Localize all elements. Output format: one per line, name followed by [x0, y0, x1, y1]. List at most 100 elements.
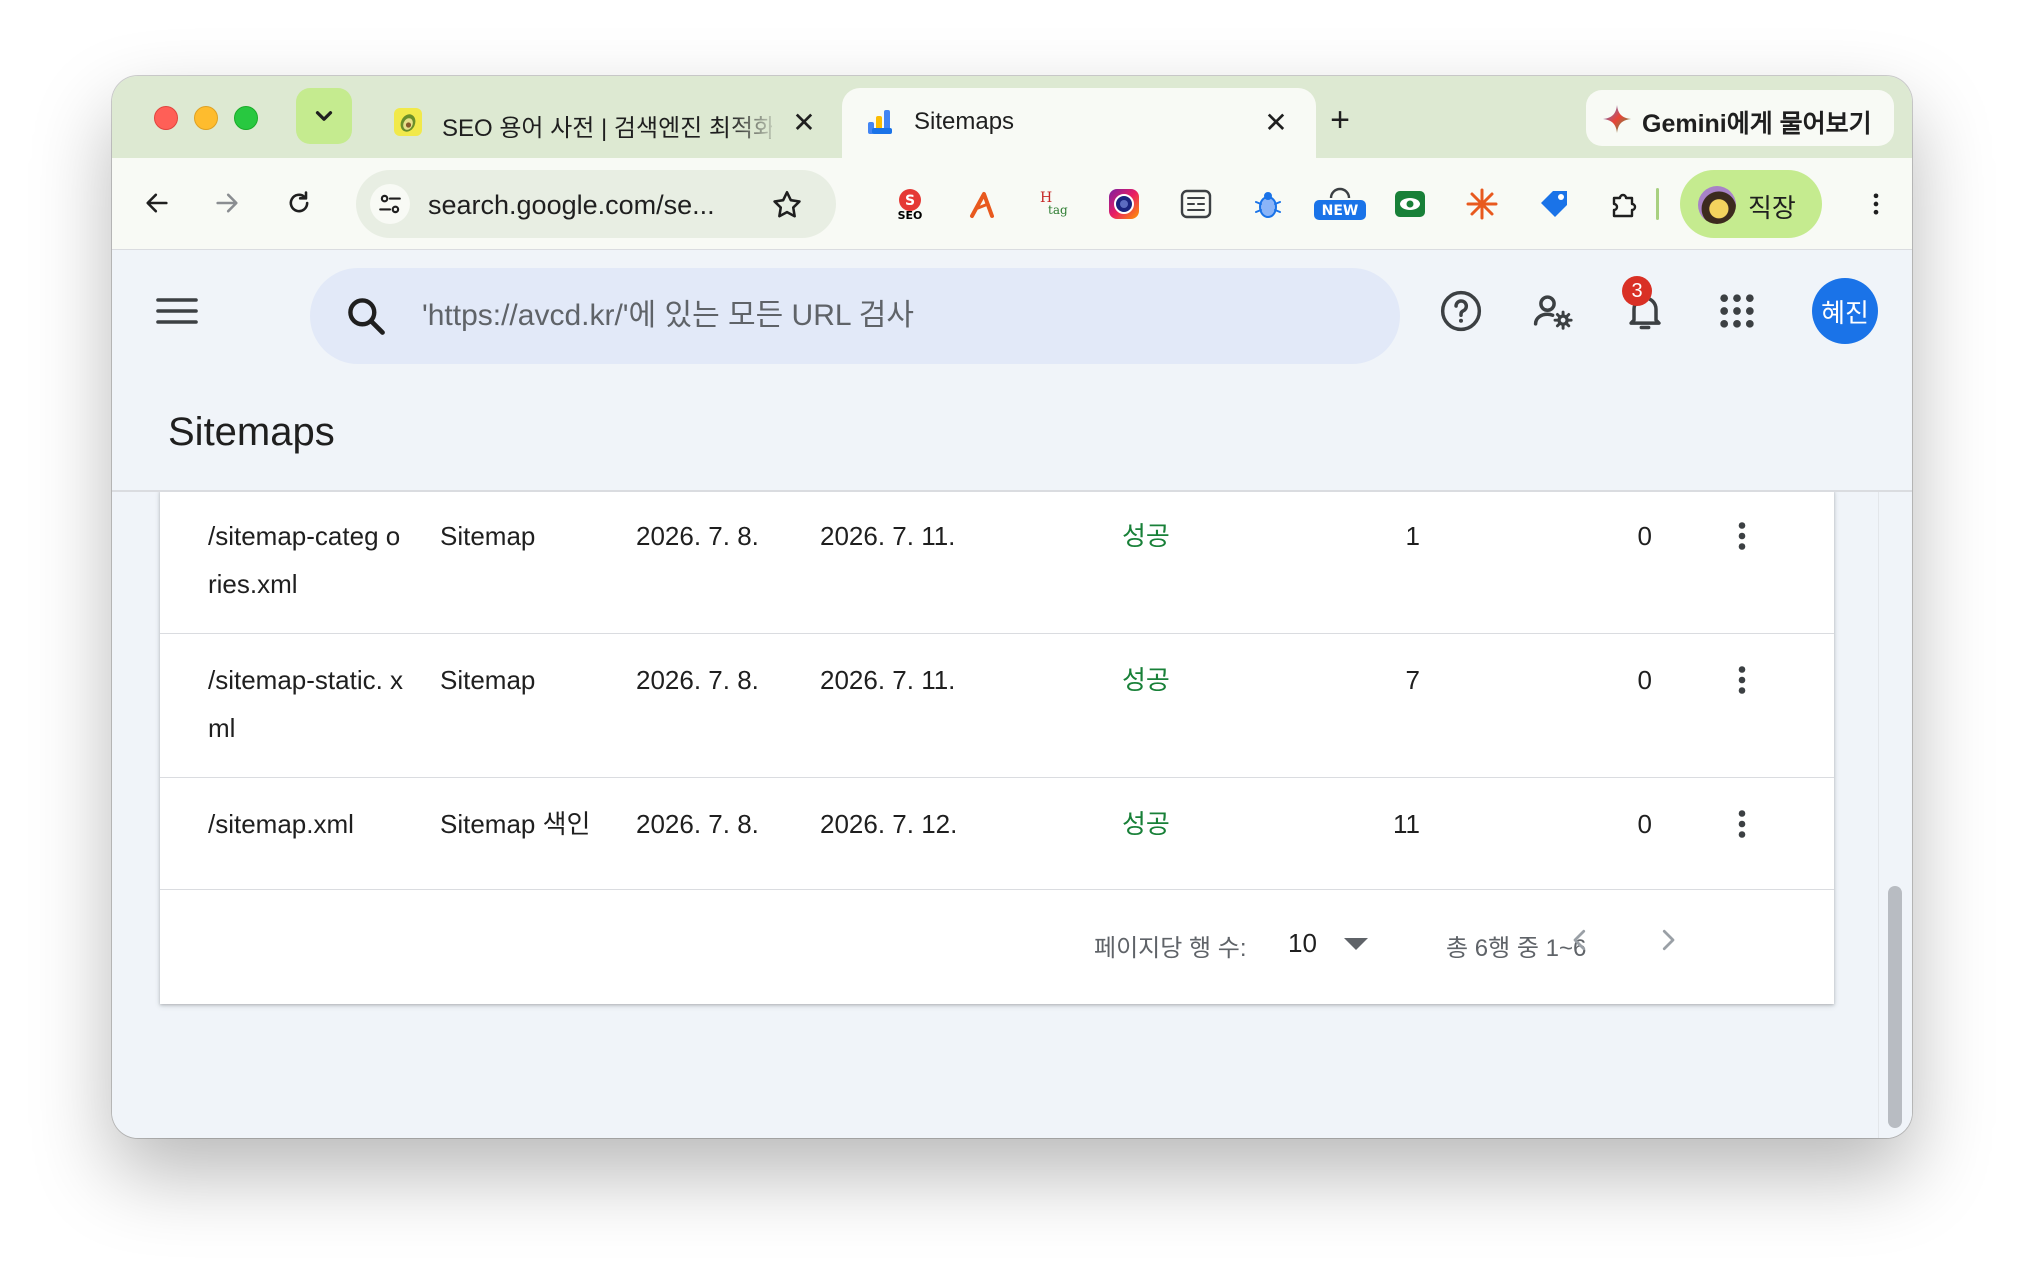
more-vert-icon — [1873, 193, 1879, 215]
next-page-button[interactable] — [1648, 920, 1688, 960]
svg-text:S: S — [905, 193, 915, 209]
gemini-sparkle-icon — [1603, 105, 1631, 133]
sitemap-type: Sitemap 색인 — [440, 809, 591, 839]
minimize-window-button[interactable] — [194, 106, 218, 130]
asterisk-extension-icon[interactable] — [1460, 182, 1504, 226]
more-vert-icon — [1738, 666, 1746, 694]
search-input[interactable] — [422, 292, 1322, 340]
sitemap-type: Sitemap — [440, 665, 536, 695]
status-text: 성공 — [1122, 521, 1170, 551]
reload-button[interactable] — [276, 180, 322, 226]
discovered-pages: 1 — [1405, 521, 1420, 551]
table-row[interactable]: /sitemap-categ ories.xml Sitemap 2026. 7… — [160, 492, 1834, 634]
discovered-pages: 11 — [1393, 809, 1420, 839]
camera-extension-icon[interactable] — [1102, 182, 1146, 226]
last-read-date: 2026. 7. 11. — [820, 665, 956, 695]
arrow-right-icon — [216, 193, 238, 213]
dropdown-caret-icon[interactable] — [1344, 938, 1368, 950]
htag-extension-icon[interactable]: Htag — [1030, 182, 1074, 226]
more-vert-icon — [1738, 522, 1746, 550]
table-row[interactable]: /sitemap.xml Sitemap 색인 2026. 7. 8. 2026… — [160, 778, 1834, 890]
table-row[interactable]: /sitemap-static. xml Sitemap 2026. 7. 8.… — [160, 634, 1834, 778]
bookmark-star-icon[interactable] — [770, 188, 804, 222]
sitemaps-table-card: /sitemap-categ ories.xml Sitemap 2026. 7… — [160, 492, 1834, 1004]
tab-title: SEO 용어 사전 | 검색엔진 최적화의 — [442, 115, 772, 142]
tab-strip: SEO 용어 사전 | 검색엔진 최적화의 ✕ Sitemaps ✕ + Gem… — [112, 76, 1912, 158]
apps-grid-icon — [1720, 294, 1754, 328]
close-tab-icon[interactable]: ✕ — [1260, 106, 1292, 138]
forward-button[interactable] — [204, 180, 250, 226]
browser-window: SEO 용어 사전 | 검색엔진 최적화의 ✕ Sitemaps ✕ + Gem… — [112, 76, 1912, 1138]
tune-icon — [379, 194, 401, 214]
new-extension-icon[interactable]: NEW — [1310, 182, 1370, 226]
apps-button[interactable] — [1712, 286, 1762, 336]
discovered-videos: 0 — [1637, 521, 1652, 551]
tab-title: Sitemaps — [914, 108, 1015, 135]
avocado-favicon-icon — [394, 108, 422, 136]
discovered-videos: 0 — [1637, 665, 1652, 695]
last-read-date: 2026. 7. 12. — [820, 809, 958, 839]
search-console-favicon-icon — [868, 110, 892, 134]
user-settings-button[interactable] — [1528, 286, 1578, 336]
chevron-left-icon — [1573, 929, 1586, 951]
profile-label: 직장 — [1748, 193, 1796, 223]
gemini-label: Gemini에게 물어보기 — [1642, 110, 1872, 138]
toolbar-separator — [1656, 188, 1659, 220]
gemini-button[interactable]: Gemini에게 물어보기 — [1586, 90, 1894, 146]
arrow-left-icon — [146, 193, 168, 213]
submitted-date: 2026. 7. 8. — [636, 665, 759, 695]
tab-search-button[interactable] — [296, 88, 352, 144]
chevron-down-icon — [315, 111, 333, 121]
svg-text:NEW: NEW — [1322, 203, 1359, 219]
chevron-right-icon — [1662, 929, 1675, 951]
new-tab-button[interactable]: + — [1320, 100, 1360, 140]
table-pagination: 페이지당 행 수: 10 총 6행 중 1~6 — [160, 890, 1834, 1004]
discovered-videos: 0 — [1637, 809, 1652, 839]
browser-menu-button[interactable] — [1854, 182, 1898, 226]
status-text: 성공 — [1122, 665, 1170, 695]
page-title: Sitemaps — [168, 410, 335, 454]
sitemap-type: Sitemap — [440, 521, 536, 551]
capture-extension-icon[interactable] — [1174, 182, 1218, 226]
rows-per-page-select[interactable]: 10 — [1288, 928, 1317, 959]
menu-icon[interactable] — [154, 288, 200, 334]
tag-extension-icon[interactable] — [1532, 182, 1576, 226]
status-text: 성공 — [1122, 809, 1170, 839]
more-vert-icon — [1738, 810, 1746, 838]
help-button[interactable] — [1436, 286, 1486, 336]
submitted-date: 2026. 7. 8. — [636, 809, 759, 839]
close-tab-icon[interactable]: ✕ — [788, 106, 820, 138]
row-menu-button[interactable] — [1720, 802, 1764, 846]
last-read-date: 2026. 7. 11. — [820, 521, 956, 551]
manage-accounts-icon — [1533, 295, 1573, 330]
back-button[interactable] — [134, 180, 180, 226]
seo-extension-icon[interactable]: S SEO — [888, 182, 932, 226]
sitemap-path: /sitemap-categ ories.xml — [208, 521, 401, 599]
tab-title-fade — [730, 98, 780, 138]
url-inspection-search[interactable] — [310, 268, 1400, 364]
row-menu-button[interactable] — [1720, 658, 1764, 702]
puzzle-icon[interactable] — [1602, 182, 1646, 226]
svg-text:SEO: SEO — [898, 209, 923, 222]
search-icon — [348, 298, 385, 335]
eye-extension-icon[interactable] — [1388, 182, 1432, 226]
profile-avatar — [1698, 186, 1736, 224]
discovered-pages: 7 — [1405, 665, 1420, 695]
site-info-button[interactable] — [370, 184, 410, 224]
close-window-button[interactable] — [154, 106, 178, 130]
browser-toolbar: search.google.com/se... S SEO Htag NEW 직… — [112, 158, 1912, 250]
address-bar[interactable]: search.google.com/se... — [356, 170, 836, 238]
maximize-window-button[interactable] — [234, 106, 258, 130]
notification-count-badge: 3 — [1622, 276, 1652, 306]
account-avatar[interactable]: 혜진 — [1812, 278, 1878, 344]
app-header: 3 혜진 — [112, 250, 1912, 370]
svg-text:tag: tag — [1048, 203, 1068, 217]
row-menu-button[interactable] — [1720, 514, 1764, 558]
previous-page-button[interactable] — [1560, 920, 1600, 960]
tab-sitemaps[interactable]: Sitemaps ✕ — [842, 88, 1316, 158]
help-icon — [1440, 290, 1482, 332]
scrollbar-thumb[interactable] — [1888, 886, 1902, 1128]
bug-extension-icon[interactable] — [1246, 182, 1290, 226]
tool-extension-icon[interactable] — [960, 182, 1004, 226]
profile-button[interactable]: 직장 — [1680, 170, 1822, 238]
